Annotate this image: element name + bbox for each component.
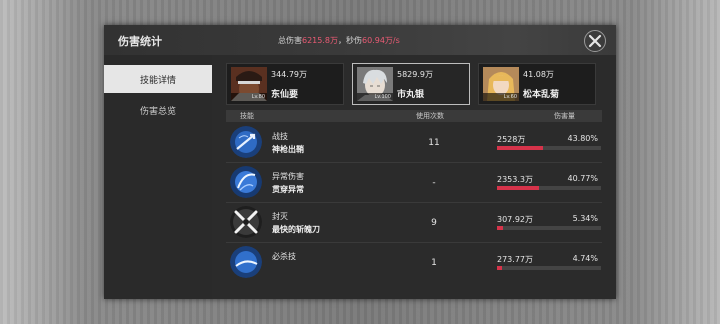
skill-name: 贯穿异常: [272, 184, 304, 194]
panel-header: 伤害统计 总伤害6215.8万，秒伤60.94万/s: [104, 25, 616, 55]
damage-bar-fill: [497, 266, 502, 270]
skill-damage: 2528万: [497, 135, 526, 144]
damage-bar: [497, 186, 601, 190]
table-row: 封灭 最快的斩魄刀 9 307.92万 5.34%: [226, 203, 602, 243]
close-button[interactable]: [584, 30, 606, 52]
character-damage: 5829.9万: [397, 70, 433, 79]
total-damage-value: 6215.8万: [302, 36, 338, 45]
character-card-gin[interactable]: Lv.100 5829.9万 市丸银: [352, 63, 470, 105]
character-level: Lv.100: [357, 93, 393, 101]
summary-separator: ，: [338, 36, 346, 45]
skill-icon-frame: [230, 126, 262, 158]
character-card-tosen[interactable]: Lv.80 344.79万 东仙要: [226, 63, 344, 105]
character-name: 松本乱菊: [523, 90, 560, 100]
damage-bar-fill: [497, 226, 503, 230]
skill-damage-percent: 4.74%: [572, 254, 598, 263]
ultimate-slash-icon: [230, 246, 262, 278]
total-damage-label: 总伤害: [278, 36, 302, 45]
character-portrait: Lv.80: [231, 67, 267, 101]
character-card-rangiku[interactable]: Lv.60 41.08万 松本乱菊: [478, 63, 596, 105]
skill-icon-frame: [230, 246, 262, 278]
character-level: Lv.60: [483, 93, 519, 101]
skill-damage-percent: 43.80%: [567, 134, 598, 143]
skill-name: 神枪出鞘: [272, 144, 304, 154]
skill-damage-percent: 40.77%: [567, 174, 598, 183]
skill-uses: 1: [431, 258, 437, 268]
character-selector: Lv.80 344.79万 东仙要 Lv.100 5829.9万 市丸银 Lv.…: [226, 63, 602, 105]
skill-type: 异常伤害: [272, 172, 304, 181]
table-header: 技能 使用次数 伤害量: [226, 110, 602, 122]
skill-uses: 9: [431, 218, 437, 228]
skill-damage-percent: 5.34%: [572, 214, 598, 223]
skill-damage: 2353.3万: [497, 175, 533, 184]
damage-bar: [497, 146, 601, 150]
skill-type: 封灭: [272, 212, 288, 221]
panel-title: 伤害统计: [118, 35, 162, 48]
spear-thrust-icon: [230, 126, 262, 158]
character-portrait: Lv.100: [357, 67, 393, 101]
damage-bar: [497, 226, 601, 230]
skill-uses: 11: [428, 138, 440, 148]
character-damage: 41.08万: [523, 70, 554, 79]
tab-skill-details[interactable]: 技能详情: [104, 65, 212, 93]
header-skill: 技能: [240, 112, 254, 120]
table-row: 战技 神枪出鞘 11 2528万 43.80%: [226, 123, 602, 163]
skill-uses: -: [432, 178, 436, 188]
header-uses: 使用次数: [416, 112, 444, 120]
skill-icon-frame: [230, 166, 262, 198]
skill-type: 战技: [272, 132, 288, 141]
table-row: 必杀技 1 273.77万 4.74%: [226, 243, 602, 283]
total-damage-summary: 总伤害6215.8万，秒伤60.94万/s: [278, 35, 400, 46]
character-portrait: Lv.60: [483, 67, 519, 101]
character-name: 市丸银: [397, 90, 425, 100]
table-row: 异常伤害 贯穿异常 - 2353.3万 40.77%: [226, 163, 602, 203]
skill-damage: 273.77万: [497, 255, 533, 264]
dps-value: 60.94万/s: [362, 36, 400, 45]
character-name: 东仙要: [271, 90, 299, 100]
character-damage: 344.79万: [271, 70, 307, 79]
content-area: Lv.80 344.79万 东仙要 Lv.100 5829.9万 市丸银 Lv.…: [226, 63, 602, 299]
character-level: Lv.80: [231, 93, 267, 101]
damage-bar-fill: [497, 186, 540, 190]
skill-type: 必杀技: [272, 252, 296, 261]
dps-label: 秒伤: [346, 36, 362, 45]
tab-damage-overview[interactable]: 伤害总览: [104, 96, 212, 124]
header-damage: 伤害量: [554, 112, 575, 120]
damage-stats-panel: 伤害统计 总伤害6215.8万，秒伤60.94万/s 技能详情 伤害总览 Lv.…: [104, 25, 616, 299]
crossed-blades-icon: [230, 206, 262, 238]
damage-bar-fill: [497, 146, 543, 150]
close-icon: [588, 34, 602, 48]
pierce-status-icon: [230, 166, 262, 198]
skill-icon-frame: [230, 206, 262, 238]
skill-name: 最快的斩魄刀: [272, 224, 320, 234]
damage-bar: [497, 266, 601, 270]
sidebar: 技能详情 伤害总览: [104, 55, 212, 299]
skill-damage: 307.92万: [497, 215, 533, 224]
